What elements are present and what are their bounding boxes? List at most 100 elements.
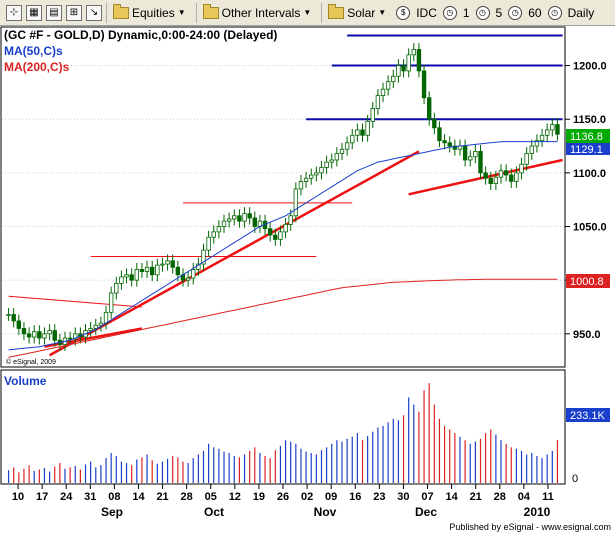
- candle-body: [247, 213, 252, 219]
- y-tick-label: 1200.0: [573, 61, 607, 73]
- candle-body: [519, 163, 524, 174]
- volume-label: Volume: [4, 374, 47, 388]
- x-tick-label: 26: [277, 491, 289, 503]
- candle-body: [498, 170, 504, 178]
- interval-icon: ◷: [475, 5, 490, 20]
- candle-body: [437, 127, 442, 142]
- candle-body: [339, 148, 345, 154]
- candle-body: [350, 134, 355, 144]
- x-tick-label: 21: [156, 491, 168, 503]
- study-icon[interactable]: ▤: [46, 4, 62, 21]
- candle-body: [303, 177, 309, 182]
- candle-body: [406, 54, 411, 72]
- candle-body: [26, 333, 32, 338]
- ma50-legend: MA(50,C)s: [4, 44, 63, 58]
- candle-body: [32, 331, 37, 338]
- y-tick-label: 1050.0: [573, 222, 607, 234]
- x-tick-label: 30: [397, 491, 409, 503]
- candle-body: [185, 277, 191, 281]
- candle-body: [42, 333, 47, 339]
- interval-icon: ◷: [442, 5, 457, 20]
- candle-body: [191, 269, 196, 279]
- volume-zero-tick: 0: [572, 473, 578, 485]
- draw-tools-icon[interactable]: ▦: [26, 4, 42, 21]
- candle-body: [550, 124, 555, 131]
- x-tick-label: 21: [470, 491, 482, 503]
- dollar-icon[interactable]: $: [396, 5, 411, 20]
- folder-icon: [202, 3, 219, 19]
- candle-body: [16, 320, 22, 329]
- candle-body: [267, 228, 273, 236]
- chevron-down-icon: ▼: [177, 8, 186, 17]
- daily-button[interactable]: Daily: [566, 6, 597, 20]
- ma200-legend: MA(200,C)s: [4, 60, 70, 74]
- candle-body: [237, 215, 242, 222]
- candle-body: [473, 150, 478, 158]
- price-panel: [0, 26, 566, 368]
- x-tick-label: 14: [445, 491, 458, 503]
- candle-body: [206, 236, 211, 251]
- candle-body: [524, 153, 529, 165]
- candle-body: [175, 266, 181, 276]
- candle-body: [509, 174, 514, 182]
- time-axis: 10 17 24 31 08 14 21 28 05 12 19 26 02 09 16 23 30 07 14 21…: [12, 484, 554, 519]
- candle-body: [416, 49, 422, 72]
- crosshair-icon[interactable]: ⊹: [6, 4, 22, 21]
- interval-5-button[interactable]: 5: [494, 6, 505, 20]
- candle-body: [47, 330, 52, 335]
- candle-body: [211, 231, 216, 238]
- candle-body: [155, 264, 160, 276]
- solar-dropdown[interactable]: Solar ▼: [321, 2, 392, 23]
- intervals-dropdown[interactable]: Other Intervals ▼: [195, 2, 318, 23]
- candle-body: [329, 159, 334, 163]
- candle-body: [149, 266, 155, 276]
- solar-label: Solar: [347, 5, 376, 20]
- candle-body: [539, 134, 545, 142]
- interval-icon: ◷: [547, 5, 562, 20]
- idc-button[interactable]: IDC: [414, 6, 439, 20]
- interval-1-button[interactable]: 1: [461, 6, 472, 20]
- y-tick-label: 950.0: [573, 329, 601, 341]
- candle-body: [165, 260, 170, 265]
- x-tick-label: 12: [229, 491, 241, 503]
- x-tick-label: 24: [60, 491, 73, 503]
- candle-body: [529, 145, 534, 154]
- intervals-label: Other Intervals: [221, 5, 301, 20]
- candle-body: [298, 181, 304, 190]
- candle-body: [114, 282, 119, 294]
- toolbar: ⊹ ▦ ▤ ⊞ ↘ Equities ▼ Other Intervals ▼ S…: [0, 0, 615, 26]
- equities-dropdown[interactable]: Equities ▼: [106, 2, 192, 23]
- candle-body: [365, 120, 370, 136]
- candle-body: [98, 322, 104, 326]
- ma50-price-text: 1129.1: [570, 144, 603, 156]
- candle-body: [309, 174, 314, 179]
- candle-body: [108, 292, 114, 313]
- x-tick-label: 09: [325, 491, 337, 503]
- candle-body: [52, 330, 57, 341]
- candle-body: [503, 170, 509, 176]
- x-tick-label: 16: [349, 491, 361, 503]
- candle-body: [144, 266, 150, 272]
- candle-body: [319, 167, 324, 174]
- candle-body: [401, 65, 406, 72]
- link-icon[interactable]: ⊞: [66, 4, 82, 21]
- copyright-text: © eSignal, 2009: [6, 358, 56, 366]
- candle-body: [314, 172, 319, 176]
- x-tick-label: 02: [301, 491, 313, 503]
- candle-body: [442, 140, 447, 144]
- candle-body: [103, 311, 109, 324]
- interval-60-button[interactable]: 60: [526, 6, 543, 20]
- candle-body: [514, 172, 519, 182]
- ma200-price-text: 1000.8: [570, 276, 604, 288]
- month-label: Nov: [314, 505, 337, 519]
- x-tick-label: 04: [518, 491, 531, 503]
- arrow-icon[interactable]: ↘: [86, 4, 102, 21]
- candle-body: [334, 153, 340, 161]
- x-tick-label: 19: [253, 491, 265, 503]
- x-tick-label: 23: [373, 491, 385, 503]
- candle-body: [124, 274, 129, 278]
- candle-body: [432, 118, 437, 129]
- x-tick-label: 14: [132, 491, 145, 503]
- candle-body: [139, 269, 145, 272]
- candle-body: [221, 220, 227, 227]
